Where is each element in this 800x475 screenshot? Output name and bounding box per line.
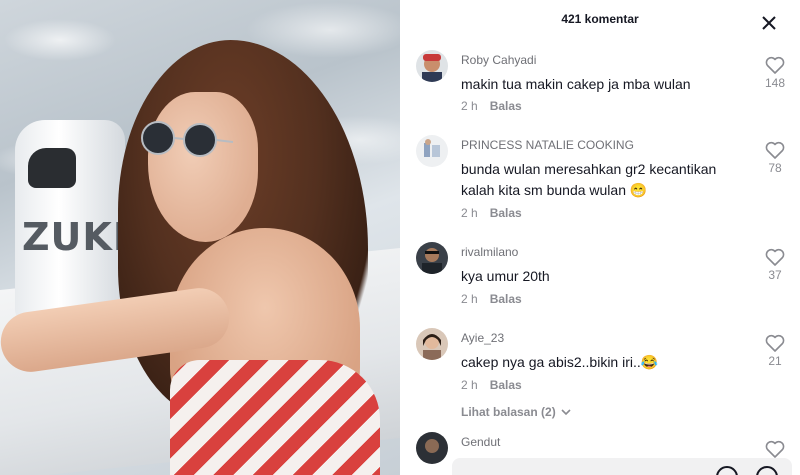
- comment-item: Ayie_23 cakep nya ga abis2..bikin iri..😂…: [416, 328, 786, 398]
- comments-panel: 421 komentar Roby Cahyadi makin tua maki…: [400, 0, 800, 475]
- comment-text: kya umur 20th: [461, 268, 550, 284]
- comment-text: makin tua makin cakep ja mba wulan: [461, 76, 691, 92]
- like-button[interactable]: [762, 440, 788, 458]
- like-count: 21: [768, 354, 782, 368]
- comment-time: 2 h: [461, 378, 478, 392]
- avatar[interactable]: [416, 432, 448, 464]
- like-count: 78: [768, 161, 782, 175]
- reply-button[interactable]: Balas: [490, 206, 522, 220]
- comment-meta: 2 h Balas: [461, 99, 522, 113]
- emoji-icon[interactable]: [756, 466, 778, 475]
- sunglasses: [141, 121, 233, 157]
- comment-count: 421 komentar: [561, 12, 639, 26]
- heart-icon: [765, 141, 785, 159]
- close-icon: [762, 16, 776, 30]
- comment-author[interactable]: Gendut: [461, 435, 500, 449]
- comment-time: 2 h: [461, 206, 478, 220]
- panel-header: 421 komentar: [400, 0, 800, 40]
- heart-icon: [765, 248, 785, 266]
- comment-time: 2 h: [461, 292, 478, 306]
- like-button[interactable]: 21: [762, 334, 788, 368]
- comment-item: rivalmilano kya umur 20th 2 h Balas 37: [416, 242, 786, 312]
- close-button[interactable]: [762, 16, 784, 38]
- comment-meta: 2 h Balas: [461, 378, 522, 392]
- swimsuit: [170, 360, 380, 475]
- reply-button[interactable]: Balas: [490, 378, 522, 392]
- reply-button[interactable]: Balas: [490, 99, 522, 113]
- chevron-down-icon: [561, 409, 571, 416]
- comment-author[interactable]: PRINCESS NATALIE COOKING: [461, 138, 634, 152]
- avatar[interactable]: [416, 328, 448, 360]
- video-photo: ZUKI: [0, 0, 400, 475]
- comment-input[interactable]: [462, 464, 702, 475]
- comment-text: bunda wulan meresahkan gr2 kecantikan ka…: [461, 161, 717, 198]
- comment-meta: 2 h Balas: [461, 292, 522, 306]
- motor-cap: [28, 148, 76, 188]
- like-button[interactable]: 148: [762, 56, 788, 90]
- reply-button[interactable]: Balas: [490, 292, 522, 306]
- avatar[interactable]: [416, 135, 448, 167]
- comment-item: Roby Cahyadi makin tua makin cakep ja mb…: [416, 50, 786, 120]
- comment-item: PRINCESS NATALIE COOKING bunda wulan mer…: [416, 135, 786, 225]
- view-replies-label: Lihat balasan (2): [461, 405, 556, 419]
- heart-icon: [765, 440, 785, 458]
- face: [148, 92, 258, 242]
- like-count: 148: [764, 76, 786, 90]
- heart-icon: [765, 334, 785, 352]
- comment-meta: 2 h Balas: [461, 206, 522, 220]
- comment-author[interactable]: rivalmilano: [461, 245, 518, 259]
- comment-text: cakep nya ga abis2..bikin iri..😂: [461, 354, 659, 370]
- avatar[interactable]: [416, 50, 448, 82]
- heart-icon: [765, 56, 785, 74]
- like-button[interactable]: 37: [762, 248, 788, 282]
- avatar[interactable]: [416, 242, 448, 274]
- mention-icon[interactable]: [716, 466, 738, 475]
- like-count: 37: [768, 268, 782, 282]
- comment-author[interactable]: Roby Cahyadi: [461, 53, 536, 67]
- like-button[interactable]: 78: [762, 141, 788, 175]
- view-replies-button[interactable]: Lihat balasan (2): [461, 405, 571, 419]
- comment-author[interactable]: Ayie_23: [461, 331, 504, 345]
- comment-input-bar: [452, 458, 792, 475]
- motor-brand-text: ZUKI: [22, 215, 128, 259]
- comment-time: 2 h: [461, 99, 478, 113]
